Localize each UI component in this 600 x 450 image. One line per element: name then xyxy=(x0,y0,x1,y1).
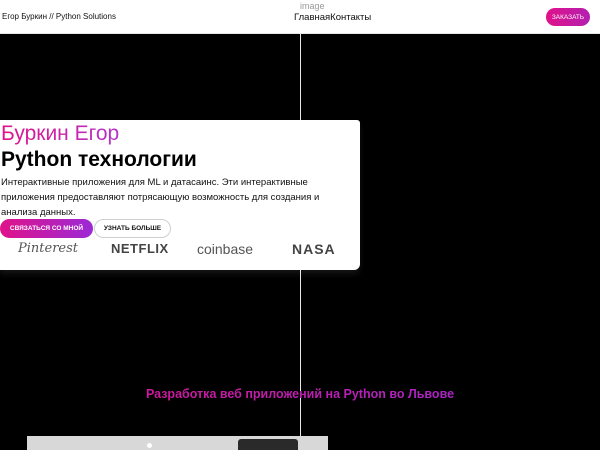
order-button[interactable]: ЗАКАЗАТЬ xyxy=(546,8,590,26)
hero-description: Интерактивные приложения для ML и датаса… xyxy=(1,177,320,218)
learn-more-button[interactable]: УЗНАТЬ БОЛЬШЕ xyxy=(94,219,171,238)
preview-dot xyxy=(147,443,152,448)
broken-image-label: image xyxy=(300,1,325,11)
nasa-logo: NASA xyxy=(292,241,336,257)
hero-name: Буркин Егор xyxy=(1,122,120,145)
client-logos: Pinterest NETFLIX coinbase NASA xyxy=(18,241,338,259)
contact-button[interactable]: СВЯЗАТЬСЯ СО МНОЙ xyxy=(0,219,93,238)
brand-title[interactable]: Егор Буркин // Python Solutions xyxy=(2,12,116,21)
preview-image xyxy=(27,436,328,450)
coinbase-logo: coinbase xyxy=(197,241,254,257)
nav-link-contacts[interactable]: Контакты xyxy=(330,12,371,23)
hero-title: Python технологии xyxy=(1,148,197,171)
section-heading: Разработка веб приложений на Python во Л… xyxy=(0,387,600,401)
main-nav: ГлавнаяКонтакты xyxy=(294,12,371,23)
pinterest-logo: Pinterest xyxy=(18,241,78,256)
hero-card: Буркин Егор Python технологии Интерактив… xyxy=(0,120,360,270)
device-shape xyxy=(238,439,298,450)
nav-link-home[interactable]: Главная xyxy=(294,12,330,23)
netflix-logo: NETFLIX xyxy=(111,241,169,256)
